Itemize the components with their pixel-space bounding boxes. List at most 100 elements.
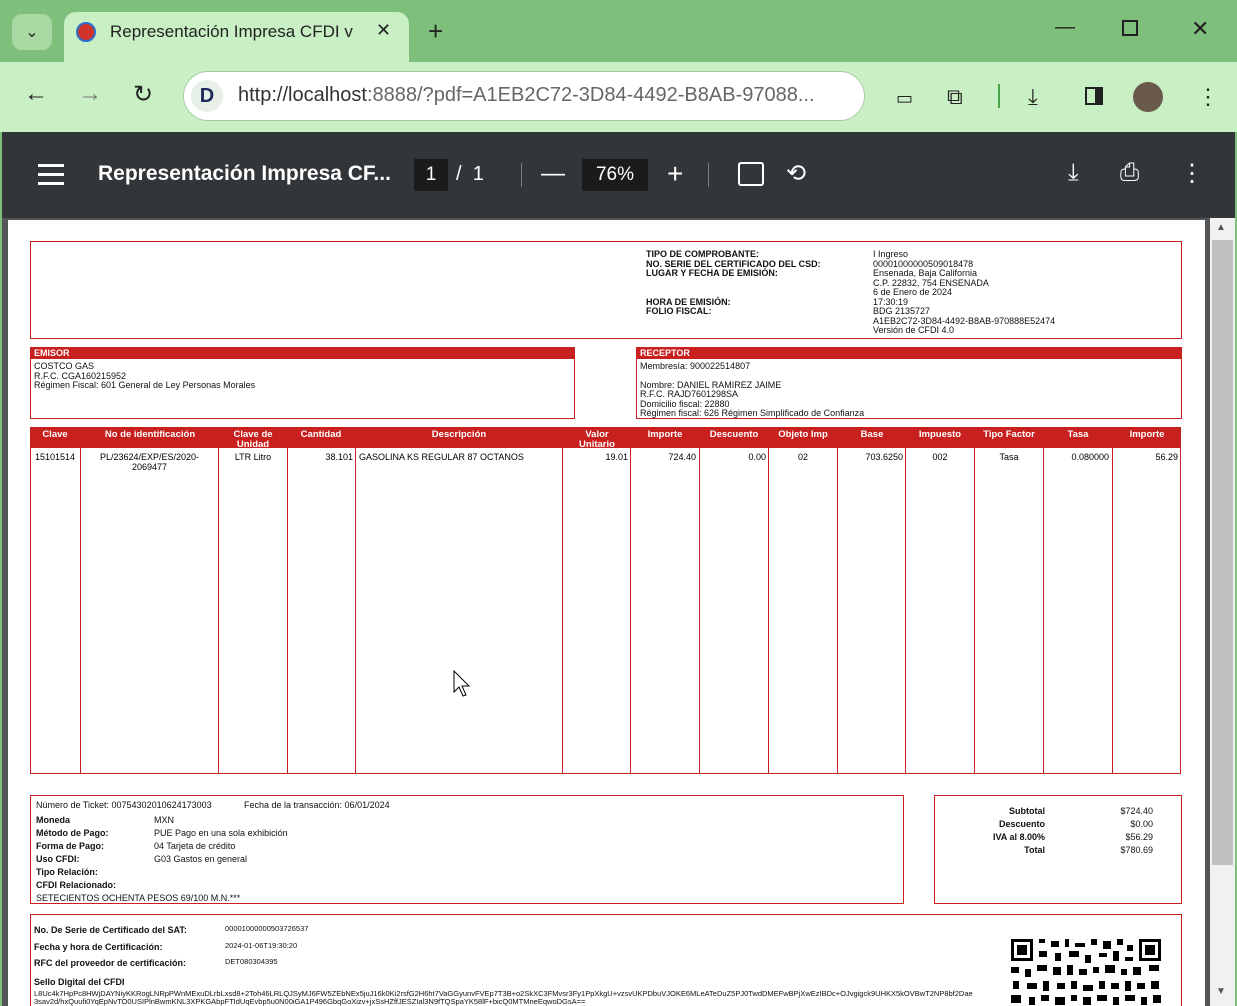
value-moneda: MXN xyxy=(154,815,174,825)
value-fecha-cert: 2024-01-06T19:30:20 xyxy=(225,940,298,950)
zoom-input[interactable]: 76% xyxy=(582,159,648,191)
maximize-icon[interactable] xyxy=(1122,20,1138,36)
col-divider xyxy=(1112,448,1113,773)
page-separator: / xyxy=(456,163,462,185)
col-divider xyxy=(1043,448,1044,773)
items-table-body xyxy=(30,448,1181,774)
sello-label: Sello Digital del CFDI xyxy=(34,977,125,987)
totals-box: Subtotal Descuento IVA al 8.00% Total $7… xyxy=(934,795,1182,904)
emisor-title: EMISOR xyxy=(31,348,574,359)
transaction-date: Fecha de la transacción: 06/01/2024 xyxy=(244,800,390,810)
close-window-icon[interactable]: ✕ xyxy=(1191,16,1209,42)
print-icon[interactable]: ⎙ xyxy=(1120,159,1139,187)
value-forma: 04 Tarjeta de crédito xyxy=(154,841,236,851)
col-divider xyxy=(287,448,288,773)
col-header: Importe xyxy=(647,429,683,440)
forward-icon[interactable]: → xyxy=(78,80,102,108)
tab-search-button[interactable]: ⌄ xyxy=(12,14,52,50)
site-info-icon[interactable]: D xyxy=(191,80,223,112)
page-count: / 1 xyxy=(456,163,484,186)
col-header: Tasa xyxy=(1067,429,1089,440)
label-moneda: Moneda xyxy=(36,815,71,825)
cursor-icon xyxy=(453,670,471,697)
header-values: I Ingreso 00001000000509018478 Ensenada,… xyxy=(873,249,1173,336)
amount-in-words: SETECIENTOS OCHENTA PESOS 69/100 M.N.*** xyxy=(36,893,241,903)
minimize-icon[interactable]: — xyxy=(1055,16,1075,39)
cast-icon[interactable]: ▭ xyxy=(896,88,913,109)
cell-importe-imp: 56.29 xyxy=(1155,452,1178,462)
label-descuento: Descuento xyxy=(998,819,1045,829)
label-metodo: Método de Pago: xyxy=(36,828,109,838)
value-iva: $56.29 xyxy=(1125,832,1153,842)
zoom-out-icon[interactable]: — xyxy=(541,160,565,188)
col-header: Importe xyxy=(1129,429,1165,440)
label-subtotal: Subtotal xyxy=(1009,806,1045,816)
cell-valor-unitario: 19.01 xyxy=(605,452,628,462)
col-header: Impuesto xyxy=(918,429,962,440)
cell-tasa: 0.080000 xyxy=(1071,452,1109,462)
payment-box: Número de Ticket: 00754302010624173003 F… xyxy=(30,795,904,904)
scroll-down-icon[interactable]: ▼ xyxy=(1216,986,1226,997)
col-header: Base xyxy=(860,429,884,440)
page-total: 1 xyxy=(472,163,484,185)
receptor-title: RECEPTOR xyxy=(637,348,1181,359)
page-number-input[interactable]: 1 xyxy=(414,159,448,191)
download-icon[interactable]: ⤓ xyxy=(1028,84,1038,110)
tab-title: Representación Impresa CFDI v xyxy=(110,22,353,41)
new-tab-button[interactable]: + xyxy=(428,16,443,47)
value-descuento: $0.00 xyxy=(1130,819,1153,829)
value-metodo: PUE Pago en una sola exhibición xyxy=(154,828,288,838)
col-divider xyxy=(837,448,838,773)
fit-page-icon[interactable] xyxy=(738,162,764,186)
cell-descuento: 0.00 xyxy=(748,452,766,462)
label-cfdi-rel: CFDI Relacionado: xyxy=(36,880,117,890)
more-menu-icon[interactable]: ⋮ xyxy=(1197,84,1219,110)
col-divider xyxy=(630,448,631,773)
col-header: Clave xyxy=(42,429,68,440)
col-divider xyxy=(905,448,906,773)
certification-box: No. De Serie de Certificado del SAT: Fec… xyxy=(30,914,1182,1006)
sello-value: L8Uc4k7HpPc8HWjDAYNiyKKRogLNRpPWnMExuDLr… xyxy=(34,990,994,1006)
scroll-up-icon[interactable]: ▲ xyxy=(1216,222,1226,233)
receptor-line: Régimen fiscal: 626 Régimen Simplificado… xyxy=(640,408,865,418)
receptor-box: RECEPTOR Membresía: 900022514807 Nombre:… xyxy=(636,347,1182,419)
divider xyxy=(708,163,709,187)
value-folio-3: Versión de CFDI 4.0 xyxy=(873,325,955,335)
col-header: Objeto Imp xyxy=(778,429,828,440)
reload-icon[interactable]: ↻ xyxy=(133,80,153,109)
col-header: Tipo Factor xyxy=(983,429,1035,440)
cell-impuesto: 002 xyxy=(932,452,948,462)
cell-importe: 724.40 xyxy=(668,452,696,462)
col-divider xyxy=(562,448,563,773)
label-folio: FOLIO FISCAL: xyxy=(646,306,712,316)
col-divider xyxy=(974,448,975,773)
url-text[interactable]: http://localhost:8888/?pdf=A1EB2C72-3D84… xyxy=(238,84,815,107)
col-header: Cantidad xyxy=(300,429,342,440)
extensions-icon[interactable]: ⧉ xyxy=(947,84,963,110)
cert-labels: No. De Serie de Certificado del SAT: Fec… xyxy=(34,922,187,972)
rotate-icon[interactable]: ⟲ xyxy=(786,159,806,188)
col-divider xyxy=(218,448,219,773)
divider xyxy=(521,163,522,187)
label-forma: Forma de Pago: xyxy=(36,841,105,851)
download-pdf-icon[interactable]: ⤓ xyxy=(1068,159,1079,187)
receptor-line: Membresía: 900022514807 xyxy=(640,361,751,371)
pdf-more-icon[interactable]: ⋮ xyxy=(1180,159,1204,188)
ticket-number: Número de Ticket: 00754302010624173003 xyxy=(36,800,212,810)
label-uso: Uso CFDI: xyxy=(36,854,80,864)
url-path: :8888/?pdf=A1EB2C72-3D84-4492-B8AB-97088… xyxy=(366,84,815,106)
zoom-in-icon[interactable]: + xyxy=(667,158,683,190)
scrollbar-thumb[interactable] xyxy=(1212,240,1233,865)
value-fecha: 6 de Enero de 2024 xyxy=(873,287,953,297)
value-rfc-prov: DET080304395 xyxy=(225,957,278,966)
favicon-icon xyxy=(76,22,96,42)
avatar[interactable] xyxy=(1133,82,1163,112)
menu-icon[interactable] xyxy=(38,164,64,185)
close-tab-icon[interactable]: ✕ xyxy=(376,20,391,41)
side-panel-icon[interactable] xyxy=(1085,87,1103,105)
col-divider xyxy=(768,448,769,773)
chevron-down-icon: ⌄ xyxy=(25,24,39,41)
items-table-header: Clave No de identificación Clave de Unid… xyxy=(30,427,1181,449)
label-lugar: LUGAR Y FECHA DE EMISIÓN: xyxy=(646,268,778,278)
back-icon[interactable]: ← xyxy=(24,80,48,108)
